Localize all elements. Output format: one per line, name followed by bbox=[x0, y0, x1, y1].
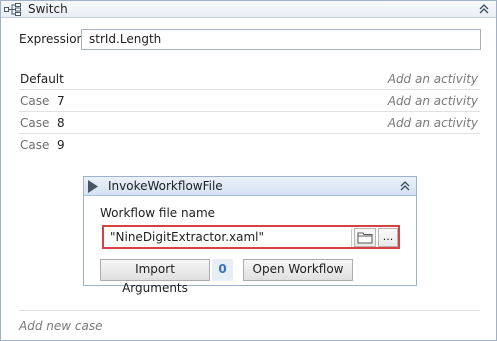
add-new-case-link[interactable]: Add new case bbox=[19, 319, 102, 333]
open-workflow-button[interactable]: Open Workflow bbox=[243, 259, 353, 281]
case-7-add-activity[interactable]: Add an activity bbox=[388, 94, 478, 108]
collapse-icon[interactable] bbox=[478, 2, 490, 16]
arguments-count-badge: 0 bbox=[212, 259, 233, 281]
workflow-file-input[interactable]: "NineDigitExtractor.xaml" bbox=[106, 229, 352, 247]
invoke-workflow-activity[interactable]: InvokeWorkflowFile Workflow file name "N… bbox=[83, 176, 417, 295]
case-row-7: Case 7 Add an activity bbox=[19, 91, 480, 112]
case-word: Case bbox=[20, 138, 50, 152]
default-case-row: Default Add an activity bbox=[19, 69, 480, 90]
case-value: 9 bbox=[57, 138, 65, 152]
browse-folder-button[interactable] bbox=[354, 228, 376, 247]
collapse-icon[interactable] bbox=[399, 179, 411, 193]
play-icon bbox=[88, 180, 98, 193]
case-word: Case bbox=[20, 94, 50, 108]
case-row-8: Case 8 Add an activity bbox=[19, 113, 480, 134]
default-label: Default bbox=[20, 72, 64, 86]
import-arguments-button[interactable]: Import Arguments bbox=[100, 259, 210, 295]
case-8-add-activity[interactable]: Add an activity bbox=[388, 116, 478, 130]
switch-icon bbox=[4, 3, 21, 16]
switch-header[interactable]: Switch bbox=[1, 1, 496, 18]
expression-input[interactable]: strId.Length bbox=[81, 29, 481, 50]
case-word: Case bbox=[20, 116, 50, 130]
switch-activity[interactable]: Switch Expression strId.Length Default A… bbox=[0, 0, 497, 341]
expression-label: Expression bbox=[19, 32, 85, 46]
browse-dots-button[interactable]: ... bbox=[378, 228, 398, 247]
invoke-title: InvokeWorkflowFile bbox=[108, 179, 223, 193]
workflow-file-field: "NineDigitExtractor.xaml" ... bbox=[102, 225, 400, 249]
case-value: 7 bbox=[57, 94, 65, 108]
case-value: 8 bbox=[57, 116, 65, 130]
switch-title: Switch bbox=[28, 2, 68, 16]
default-add-activity[interactable]: Add an activity bbox=[388, 72, 478, 86]
invoke-header[interactable]: InvokeWorkflowFile bbox=[84, 177, 416, 196]
folder-icon bbox=[357, 232, 373, 244]
workflow-file-label: Workflow file name bbox=[100, 206, 216, 220]
